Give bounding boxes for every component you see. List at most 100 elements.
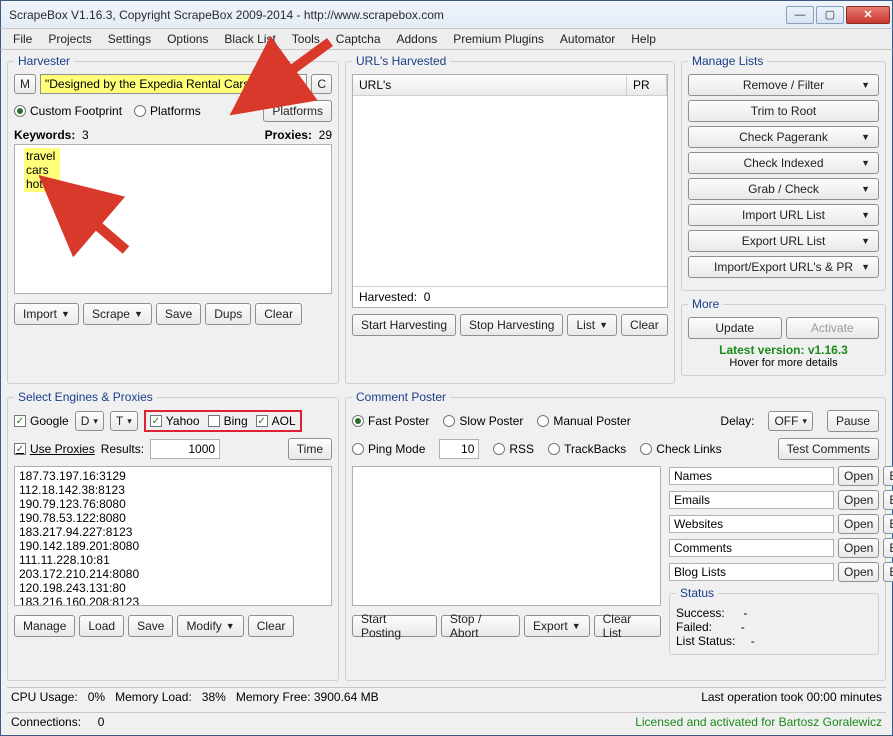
footer-stats: CPU Usage: 0% Memory Load: 38% Memory Fr… [7,687,886,706]
clear-proxies-button[interactable]: Clear [248,615,295,637]
status-legend: Status [676,586,718,600]
fast-poster-radio[interactable]: Fast Poster [352,414,429,428]
remove-filter-button[interactable]: Remove / Filter▼ [688,74,879,96]
maximize-button[interactable]: ▢ [816,6,844,24]
harvester-legend: Harvester [14,54,74,68]
scrape-button[interactable]: Scrape▼ [83,303,152,325]
start-harvesting-button[interactable]: Start Harvesting [352,314,456,336]
import-button[interactable]: Import▼ [14,303,79,325]
trim-root-button[interactable]: Trim to Root [688,100,879,122]
e-emails-button[interactable]: E [883,490,893,510]
platforms-button[interactable]: Platforms [263,100,332,122]
footprint-combo-text: "Designed by the Expedia Rental Cars Te [45,77,265,91]
keywords-textarea[interactable] [14,144,332,294]
minimize-button[interactable]: — [786,6,814,24]
open-comments-button[interactable]: Open [838,538,879,558]
chevron-down-icon[interactable]: ▼ [290,75,306,93]
clear-keywords-button[interactable]: Clear [255,303,302,325]
yahoo-checkbox[interactable]: Yahoo [150,414,200,428]
urls-table-body[interactable] [353,96,667,286]
d-button[interactable]: D▾ [75,411,104,431]
open-websites-button[interactable]: Open [838,514,879,534]
check-indexed-button[interactable]: Check Indexed▼ [688,152,879,174]
open-emails-button[interactable]: Open [838,490,879,510]
open-names-button[interactable]: Open [838,466,879,486]
clear-urls-button[interactable]: Clear [621,314,668,336]
urls-harvested-group: URL's Harvested URL's PR Harvested: 0 St… [345,54,675,384]
update-button[interactable]: Update [688,317,782,339]
urls-col-header[interactable]: URL's [353,75,627,95]
import-urllist-button[interactable]: Import URL List▼ [688,204,879,226]
pr-col-header[interactable]: PR [627,75,667,95]
menu-file[interactable]: File [7,30,38,48]
custom-footprint-radio[interactable]: Custom Footprint [14,104,122,118]
engines-legend: Select Engines & Proxies [14,390,157,404]
use-proxies-checkbox[interactable]: Use Proxies [14,442,95,456]
ping-mode-radio[interactable]: Ping Mode [352,442,425,456]
menu-premium[interactable]: Premium Plugins [447,30,550,48]
c-button[interactable]: C [311,74,332,94]
load-proxies-button[interactable]: Load [79,615,124,637]
save-proxies-button[interactable]: Save [128,615,173,637]
menu-options[interactable]: Options [161,30,214,48]
check-pagerank-button[interactable]: Check Pagerank▼ [688,126,879,148]
platforms-radio[interactable]: Platforms [134,104,201,118]
m-button[interactable]: M [14,74,36,94]
manage-lists-group: Manage Lists Remove / Filter▼ Trim to Ro… [681,54,886,291]
comment-poster-group: Comment Poster Fast Poster Slow Poster M… [345,390,886,681]
menu-addons[interactable]: Addons [391,30,444,48]
e-names-button[interactable]: E [883,466,893,486]
footer-license: Connections: 0 Licensed and activated fo… [7,712,886,731]
rss-radio[interactable]: RSS [493,442,534,456]
t-button[interactable]: T▾ [110,411,138,431]
footprint-combo[interactable]: "Designed by the Expedia Rental Cars Te … [40,74,307,94]
stop-harvesting-button[interactable]: Stop Harvesting [460,314,563,336]
pause-button[interactable]: Pause [827,410,879,432]
save-keywords-button[interactable]: Save [156,303,201,325]
dups-button[interactable]: Dups [205,303,251,325]
comment-textarea[interactable] [352,466,661,606]
slow-poster-radio[interactable]: Slow Poster [443,414,523,428]
menu-captcha[interactable]: Captcha [330,30,387,48]
export-button[interactable]: Export▼ [524,615,590,637]
start-posting-button[interactable]: Start Posting [352,615,437,637]
menu-blacklist[interactable]: Black List [218,30,281,48]
clear-list-button[interactable]: Clear List [594,615,661,637]
menu-automator[interactable]: Automator [554,30,621,48]
keywords-count: 3 [82,128,89,142]
close-button[interactable]: ✕ [846,6,890,24]
test-comments-button[interactable]: Test Comments [778,438,879,460]
aol-checkbox[interactable]: AOL [256,414,296,428]
checklinks-radio[interactable]: Check Links [640,442,721,456]
google-checkbox[interactable]: Google [14,414,69,428]
list-button[interactable]: List▼ [567,314,617,336]
e-comments-button[interactable]: E [883,538,893,558]
manage-proxies-button[interactable]: Manage [14,615,75,637]
grab-check-button[interactable]: Grab / Check▼ [688,178,879,200]
delay-dropdown[interactable]: OFF▾ [768,411,813,431]
export-urllist-button[interactable]: Export URL List▼ [688,230,879,252]
bloglists-input[interactable] [669,563,834,581]
stop-abort-button[interactable]: Stop / Abort [441,615,520,637]
emails-input[interactable] [669,491,834,509]
results-input[interactable] [150,439,220,459]
manual-poster-radio[interactable]: Manual Poster [537,414,630,428]
menu-help[interactable]: Help [625,30,662,48]
e-bloglists-button[interactable]: E [883,562,893,582]
menu-projects[interactable]: Projects [42,30,97,48]
e-websites-button[interactable]: E [883,514,893,534]
websites-input[interactable] [669,515,834,533]
time-button[interactable]: Time [288,438,332,460]
liststatus-value: - [751,634,755,648]
trackbacks-radio[interactable]: TrackBacks [548,442,626,456]
bing-checkbox[interactable]: Bing [208,414,248,428]
comments-input[interactable] [669,539,834,557]
open-bloglists-button[interactable]: Open [838,562,879,582]
names-input[interactable] [669,467,834,485]
ping-value-input[interactable] [439,439,479,459]
menu-tools[interactable]: Tools [286,30,326,48]
proxies-textarea[interactable]: 187.73.197.16:3129 112.18.142.38:8123 19… [14,466,332,606]
menu-settings[interactable]: Settings [102,30,157,48]
modify-proxies-button[interactable]: Modify▼ [177,615,243,637]
import-export-pr-button[interactable]: Import/Export URL's & PR▼ [688,256,879,278]
